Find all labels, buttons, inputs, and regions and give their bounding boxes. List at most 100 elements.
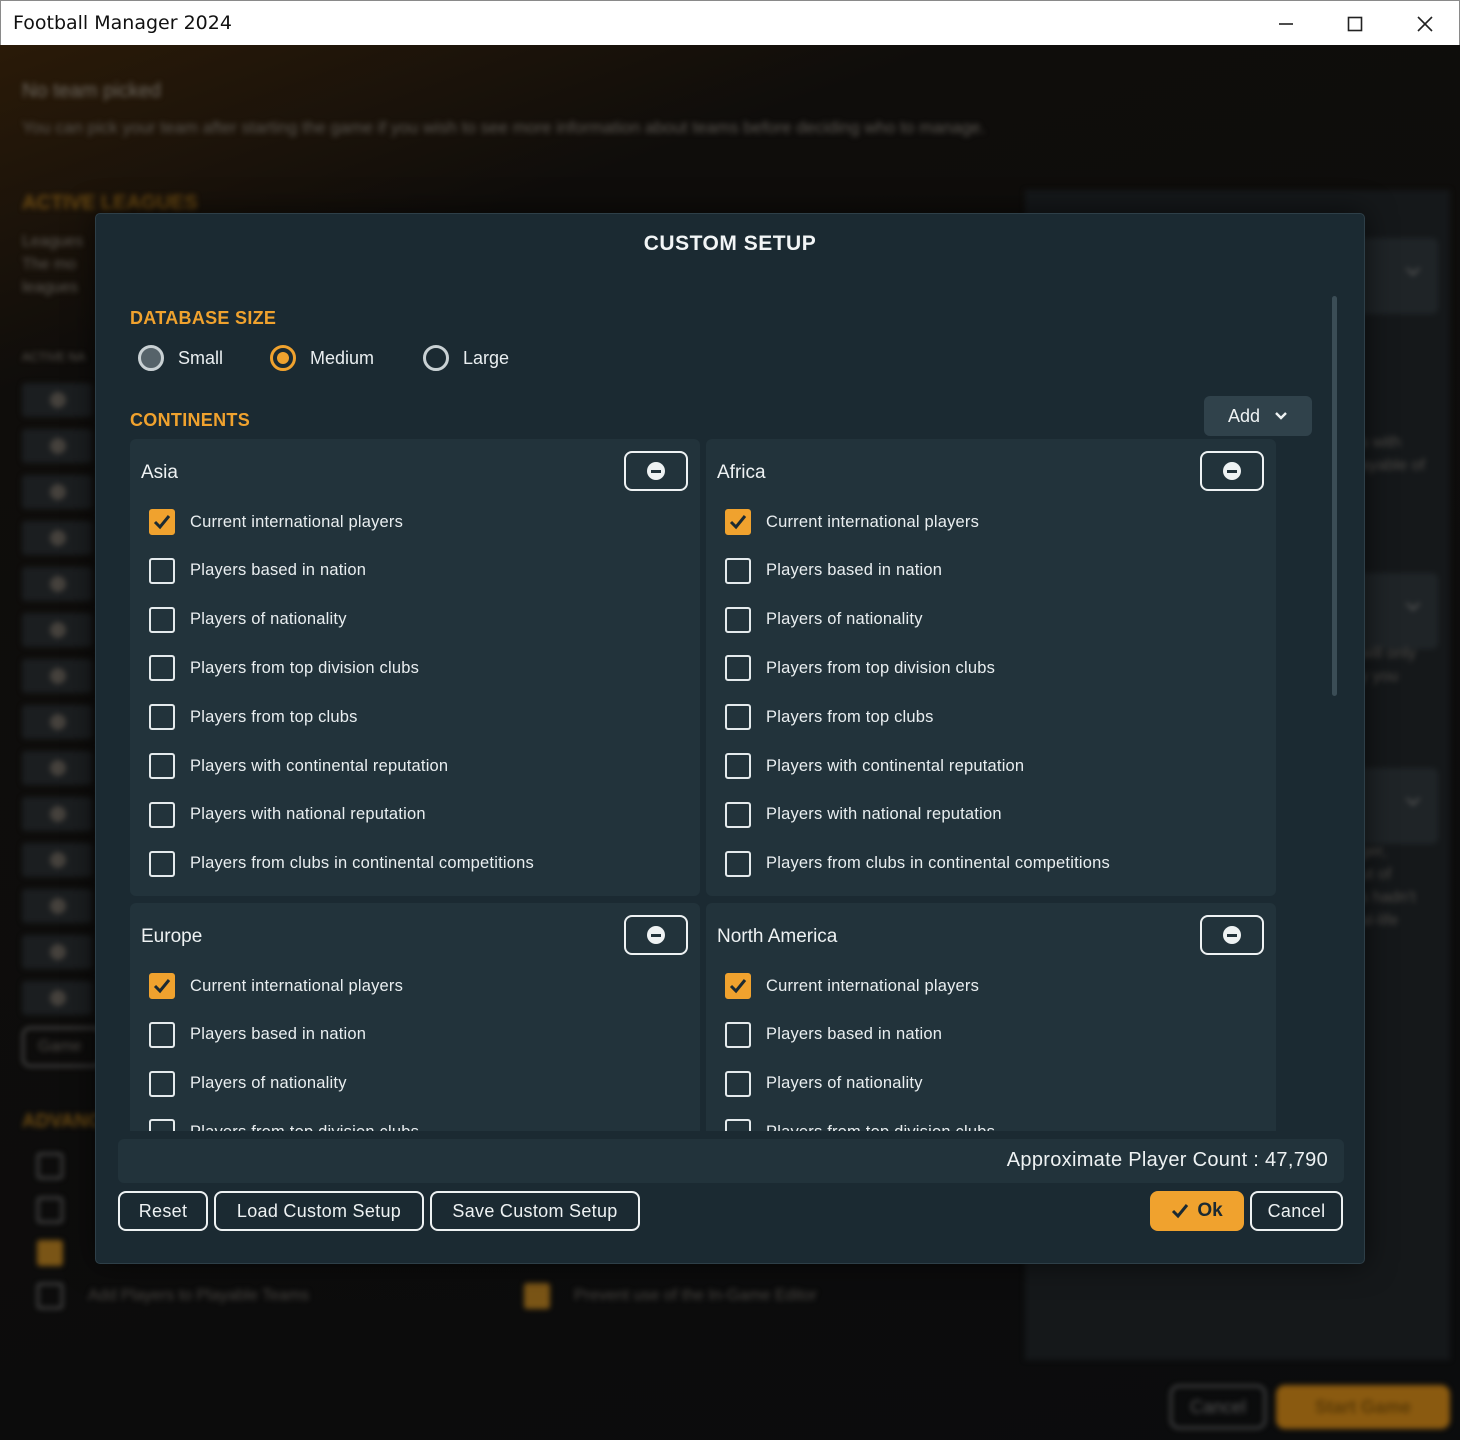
radio-small[interactable]: Small [138, 345, 223, 371]
checkbox[interactable] [725, 1119, 751, 1131]
option-checkbox-row[interactable]: Players of nationality [725, 1070, 923, 1097]
option-checkbox-row[interactable]: Players of nationality [149, 606, 347, 633]
option-checkbox-row[interactable]: Players based in nation [725, 557, 942, 584]
option-checkbox-row[interactable]: Players based in nation [725, 1021, 943, 1048]
cancel-button[interactable]: Cancel [1250, 1191, 1343, 1231]
option-checkbox-row[interactable]: Players from top clubs [725, 704, 934, 731]
checkbox[interactable] [149, 704, 175, 731]
remove-continent-button[interactable] [624, 915, 688, 955]
bg-right-text: ger, ut of s hadn't al-life [1360, 843, 1416, 929]
bg-list-row [22, 751, 92, 785]
bg-list-row [22, 843, 92, 877]
checkbox[interactable] [725, 801, 751, 828]
checkmark-icon [153, 515, 171, 530]
checkbox[interactable] [725, 850, 751, 877]
ok-button[interactable]: Ok [1150, 1191, 1244, 1231]
option-checkbox-row[interactable]: Players with national reputation [149, 801, 426, 828]
checkbox[interactable] [725, 973, 751, 999]
load-custom-setup-button[interactable]: Load Custom Setup [214, 1191, 424, 1231]
option-checkbox-row[interactable]: Players with national reputation [725, 801, 1002, 828]
checkbox[interactable] [149, 801, 175, 828]
checkbox[interactable] [725, 655, 751, 682]
bg-leagues-text-3: leagues [22, 279, 79, 296]
minus-circle-icon [1223, 462, 1241, 480]
checkbox-label: Players of nationality [190, 1074, 347, 1093]
checkbox-label: Players with continental reputation [190, 756, 449, 775]
option-checkbox-row[interactable]: Players based in nation [149, 1021, 367, 1048]
checkbox-label: Players from top division clubs [190, 1123, 419, 1131]
checkbox-label: Players based in nation [190, 561, 367, 580]
continents-list[interactable]: Asia Current international players Players… [130, 439, 1276, 1131]
checkbox[interactable] [149, 557, 175, 584]
add-continent-button[interactable]: Add [1204, 396, 1312, 436]
option-checkbox-row[interactable]: Players from top clubs [149, 704, 358, 731]
checkbox[interactable] [725, 509, 751, 535]
option-checkbox-row[interactable]: Players of nationality [149, 1070, 347, 1097]
chevron-down-icon [1275, 412, 1287, 420]
radio-indicator [270, 345, 296, 371]
bg-game-button: Game [22, 1027, 102, 1067]
option-checkbox-row[interactable]: Current international players [725, 509, 979, 535]
option-checkbox-row[interactable]: Current international players [149, 973, 403, 999]
checkbox[interactable] [725, 557, 751, 584]
radio-label: Small [178, 347, 224, 368]
option-checkbox-row[interactable]: Players with continental reputation [149, 753, 448, 779]
save-custom-setup-button[interactable]: Save Custom Setup [430, 1191, 640, 1231]
checkbox[interactable] [725, 704, 751, 731]
bg-list-row [22, 659, 92, 693]
checkbox-label: Players of nationality [190, 610, 347, 629]
checkbox[interactable] [725, 1021, 751, 1048]
checkbox[interactable] [149, 1119, 175, 1131]
checkbox-label: Players based in nation [766, 1025, 943, 1044]
option-checkbox-row[interactable]: Players from top division clubs [725, 655, 995, 682]
continent-panel: Africa Current international players Playe… [706, 439, 1276, 896]
checkbox[interactable] [149, 1070, 175, 1097]
bg-active-leagues: ACTIVE LEAGUES [22, 192, 198, 214]
checkbox[interactable] [725, 753, 751, 779]
option-checkbox-row[interactable]: Players from clubs in continental compet… [725, 850, 1110, 877]
remove-continent-button[interactable] [1200, 915, 1264, 955]
option-checkbox-row[interactable]: Players from top division clubs [725, 1119, 995, 1131]
radio-large[interactable]: Large [423, 345, 509, 371]
checkbox-label: Players based in nation [190, 1025, 367, 1044]
radio-label: Large [463, 347, 510, 368]
checkbox[interactable] [149, 655, 175, 682]
checkbox-label: Current international players [766, 976, 980, 995]
bg-list-row [22, 383, 92, 417]
bg-add-players-label: Add Players to Playable Teams [88, 1287, 310, 1304]
checkbox-label: Players from clubs in continental compet… [190, 854, 534, 873]
bg-list-row [22, 981, 92, 1015]
bg-checkbox [37, 1153, 63, 1179]
minus-circle-icon [1223, 926, 1241, 944]
checkbox[interactable] [149, 606, 175, 633]
checkbox[interactable] [149, 509, 175, 535]
option-checkbox-row[interactable]: Players from top division clubs [149, 1119, 419, 1131]
scrollbar[interactable] [1332, 296, 1337, 696]
option-checkbox-row[interactable]: Players of nationality [725, 606, 923, 633]
checkbox[interactable] [149, 1021, 175, 1048]
bg-active-nations: ACTIVE NA [22, 350, 86, 364]
checkbox[interactable] [149, 850, 175, 877]
checkbox[interactable] [725, 606, 751, 633]
checkbox[interactable] [725, 1070, 751, 1097]
option-checkbox-row[interactable]: Players from top division clubs [149, 655, 419, 682]
checkbox[interactable] [149, 753, 175, 779]
bg-heading: No team picked [22, 80, 161, 102]
remove-continent-button[interactable] [1200, 451, 1264, 491]
checkbox-label: Players with national reputation [766, 805, 1002, 824]
radio-medium[interactable]: Medium [270, 345, 374, 371]
maximize-icon[interactable] [1320, 1, 1390, 46]
checkbox[interactable] [149, 973, 175, 999]
option-checkbox-row[interactable]: Players from clubs in continental compet… [149, 850, 534, 877]
dialog-title: CUSTOM SETUP [643, 232, 817, 255]
radio-indicator [138, 345, 164, 371]
option-checkbox-row[interactable]: Current international players [149, 509, 403, 535]
option-checkbox-row[interactable]: Players based in nation [149, 557, 367, 584]
minimize-icon[interactable] [1251, 1, 1321, 46]
ok-label: Ok [1197, 1200, 1223, 1221]
option-checkbox-row[interactable]: Current international players [725, 973, 979, 999]
reset-button[interactable]: Reset [118, 1191, 208, 1231]
option-checkbox-row[interactable]: Players with continental reputation [725, 753, 1024, 779]
remove-continent-button[interactable] [624, 451, 688, 491]
close-icon[interactable] [1390, 1, 1460, 46]
